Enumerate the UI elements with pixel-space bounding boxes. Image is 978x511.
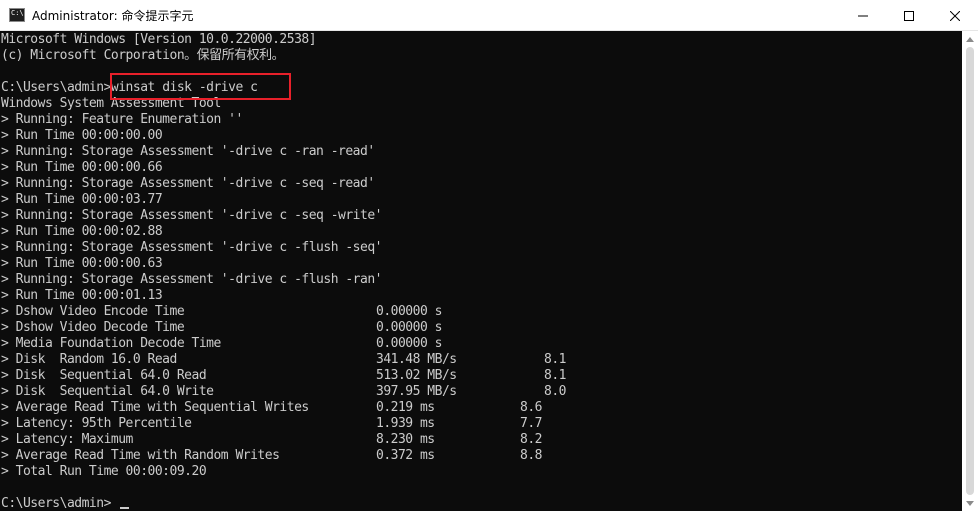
result-value: 8.230 ms (376, 432, 435, 447)
result-value: 0.219 ms (376, 400, 435, 415)
run-log-line: > Run Time 00:00:00.66 (1, 160, 163, 175)
final-prompt: C:\Users\admin> (1, 496, 111, 511)
result-label: > Dshow Video Decode Time (1, 320, 185, 335)
run-log-line: > Running: Storage Assessment '-drive c … (1, 240, 383, 255)
result-label: > Dshow Video Encode Time (1, 304, 185, 319)
scroll-up-button[interactable] (962, 31, 978, 47)
total-run-time: > Total Run Time 00:00:09.20 (1, 464, 207, 479)
result-label: > Latency: 95th Percentile (1, 416, 192, 431)
result-value: 0.00000 s (376, 304, 442, 319)
run-log-line: > Run Time 00:00:03.77 (1, 192, 163, 207)
result-value: 341.48 MB/s (376, 352, 457, 367)
run-log-line: > Running: Storage Assessment '-drive c … (1, 176, 375, 191)
result-score: 8.8 (520, 448, 542, 463)
result-score: 8.1 (544, 368, 566, 383)
scroll-up-icon (966, 36, 974, 42)
result-score: 8.2 (520, 432, 542, 447)
result-label: > Disk Sequential 64.0 Read (1, 368, 207, 383)
maximize-icon (904, 10, 914, 21)
cmd-icon-glyph: C:\ (11, 9, 24, 17)
maximize-button[interactable] (886, 0, 932, 31)
tool-name: Windows System Assessment Tool (1, 96, 221, 111)
result-value: 0.372 ms (376, 448, 435, 463)
result-score: 7.7 (520, 416, 542, 431)
result-score: 8.0 (544, 384, 566, 399)
result-score: 8.1 (544, 352, 566, 367)
result-value: 0.00000 s (376, 320, 442, 335)
cmd-icon[interactable]: C:\ (9, 8, 25, 22)
run-log-line: > Running: Storage Assessment '-drive c … (1, 144, 375, 159)
result-value: 397.95 MB/s (376, 384, 457, 399)
result-score: 8.6 (520, 400, 542, 415)
result-label: > Latency: Maximum (1, 432, 133, 447)
scroll-down-button[interactable] (962, 495, 978, 511)
window-controls (840, 0, 978, 31)
text-cursor (120, 507, 129, 509)
result-value: 1.939 ms (376, 416, 435, 431)
close-button[interactable] (932, 0, 978, 31)
scroll-down-icon (966, 500, 974, 506)
run-log-line: > Run Time 00:00:00.63 (1, 256, 163, 271)
prompt: C:\Users\admin> (1, 80, 111, 95)
result-value: 0.00000 s (376, 336, 442, 351)
result-label: > Disk Random 16.0 Read (1, 352, 177, 367)
result-label: > Average Read Time with Random Writes (1, 448, 280, 463)
run-log-line: > Run Time 00:00:02.88 (1, 224, 163, 239)
minimize-icon (858, 15, 868, 16)
result-label: > Disk Sequential 64.0 Write (1, 384, 214, 399)
minimize-button[interactable] (840, 0, 886, 31)
header-line-version: Microsoft Windows [Version 10.0.22000.25… (1, 32, 317, 47)
command-text: winsat disk -drive c (110, 80, 258, 95)
run-log-line: > Run Time 00:00:01.13 (1, 288, 163, 303)
command-line: C:\Users\admin>winsat disk -drive c (1, 80, 258, 96)
run-log-line: > Run Time 00:00:00.00 (1, 128, 163, 143)
close-icon (950, 10, 960, 21)
scroll-thumb[interactable] (966, 47, 974, 495)
result-label: > Average Read Time with Sequential Writ… (1, 400, 309, 415)
console-output[interactable]: Microsoft Windows [Version 10.0.22000.25… (0, 31, 962, 511)
vertical-scrollbar[interactable] (962, 31, 978, 511)
run-log-line: > Running: Storage Assessment '-drive c … (1, 272, 383, 287)
run-log-line: > Running: Feature Enumeration '' (1, 112, 243, 127)
window-title: Administrator: 命令提示字元 (32, 8, 194, 23)
title-bar[interactable]: C:\ Administrator: 命令提示字元 (0, 0, 978, 31)
header-line-copyright: (c) Microsoft Corporation。保留所有权利。 (1, 48, 285, 63)
run-log-line: > Running: Storage Assessment '-drive c … (1, 208, 383, 223)
result-value: 513.02 MB/s (376, 368, 457, 383)
result-label: > Media Foundation Decode Time (1, 336, 221, 351)
command-prompt-window: C:\ Administrator: 命令提示字元 Microsoft Wind… (0, 0, 978, 511)
